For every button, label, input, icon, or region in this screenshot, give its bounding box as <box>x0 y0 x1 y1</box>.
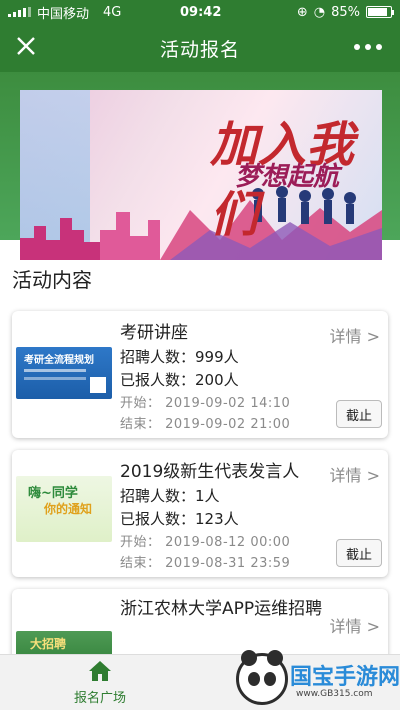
banner-image: 加入我们 梦想起航 <box>20 90 382 260</box>
thumbnail-text: 考研全流程规划 <box>24 355 94 366</box>
activity-card[interactable]: 考研全流程规划 考研讲座 招聘人数：999人 已报人数：200人 开始： 201… <box>12 311 388 438</box>
battery-icon <box>366 6 394 18</box>
activity-name: 考研讲座 <box>120 323 188 343</box>
signal-icon <box>8 7 31 17</box>
thumbnail-text: 嗨~同学 <box>28 486 78 501</box>
panda-logo-icon <box>236 650 288 705</box>
tab-label: 报名广场 <box>73 691 126 706</box>
watermark-url: www.GB315.com <box>296 689 373 699</box>
top-bar: 中国移动 4G 09:42 ⊕ ◔ 85% 活动报名 <box>0 0 400 72</box>
recruit-count: 招聘人数：999人 <box>120 348 239 366</box>
section-title: 活动内容 <box>12 268 92 292</box>
qr-code-icon <box>90 377 106 393</box>
activity-card[interactable]: 嗨~同学 你的通知 2019级新生代表发言人 招聘人数：1人 已报人数：123人… <box>12 450 388 577</box>
watermark-logo: 国宝手游网 www.GB315.com <box>234 647 400 709</box>
detail-link[interactable]: 详情 > <box>330 613 381 637</box>
thumbnail-text: 大招聘 <box>30 637 67 651</box>
start-time: 开始： 2019-09-02 14:10 <box>120 396 291 411</box>
end-time: 结束： 2019-09-02 21:00 <box>120 417 291 432</box>
detail-link[interactable]: 详情 > <box>330 462 381 486</box>
carrier-label: 中国移动 <box>37 6 90 22</box>
watermark-brand: 国宝手游网 <box>290 665 400 690</box>
start-time: 开始： 2019-08-12 00:00 <box>120 535 291 550</box>
enrolled-count: 已报人数：200人 <box>120 371 239 389</box>
network-label: 4G <box>103 4 122 20</box>
activity-thumbnail: 嗨~同学 你的通知 <box>16 476 112 542</box>
page-title: 活动报名 <box>159 38 240 61</box>
detail-link[interactable]: 详情 > <box>330 323 381 347</box>
status-button[interactable]: 截止 <box>336 539 382 567</box>
close-icon[interactable] <box>14 34 38 58</box>
battery-percent: 85% <box>331 4 360 20</box>
recruit-count: 招聘人数：1人 <box>120 487 220 505</box>
end-time: 结束： 2019-08-31 23:59 <box>120 556 291 571</box>
nav-bar: 活动报名 <box>0 24 400 72</box>
thumbnail-subtext: 你的通知 <box>44 502 93 516</box>
status-bar: 中国移动 4G 09:42 ⊕ ◔ 85% <box>0 0 400 24</box>
location-icon: ⊕ <box>296 4 308 20</box>
enrolled-count: 已报人数：123人 <box>120 510 239 528</box>
activity-thumbnail: 考研全流程规划 <box>16 347 112 399</box>
banner-subheadline: 梦想起航 <box>235 162 340 192</box>
tab-signup-plaza[interactable]: 报名广场 <box>50 655 150 710</box>
more-dots-icon[interactable] <box>354 40 384 54</box>
activity-name: 2019级新生代表发言人 <box>120 462 300 482</box>
home-icon <box>89 661 111 681</box>
status-button[interactable]: 截止 <box>336 400 382 428</box>
alarm-icon: ◔ <box>313 4 326 20</box>
activity-name: 浙江农林大学APP运维招聘 <box>120 599 323 619</box>
clock: 09:42 <box>180 4 222 20</box>
